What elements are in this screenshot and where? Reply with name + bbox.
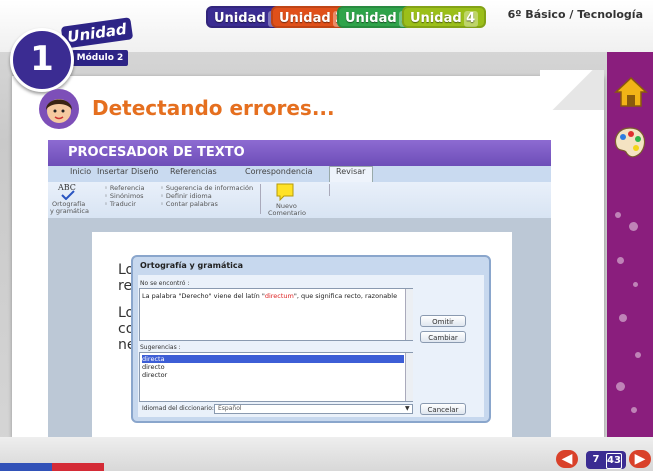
- tab-correspondencia[interactable]: Correspondencia: [245, 167, 312, 176]
- ribbon-divider: [260, 184, 261, 214]
- dialog-title: Ortografía y gramática: [140, 261, 244, 270]
- ribbon-item-referencia[interactable]: ◦ Referencia: [104, 184, 144, 192]
- ribbon-item-sinonimos[interactable]: ◦ Sinónimos: [104, 192, 144, 200]
- lesson-title: Detectando errores...: [92, 96, 335, 120]
- sentence-scrollbar[interactable]: [405, 289, 413, 340]
- document-text: re: [118, 278, 133, 294]
- spell-check-icon[interactable]: [60, 190, 76, 200]
- tab-referencias[interactable]: Referencias: [170, 167, 217, 176]
- current-page: 7: [592, 454, 600, 465]
- omit-button[interactable]: Omitir: [420, 315, 466, 327]
- suggestion-item[interactable]: director: [142, 371, 404, 379]
- page-fold: [540, 70, 604, 110]
- suggestion-item-selected[interactable]: directa: [142, 355, 404, 363]
- grade-label: 6º Básico / Tecnología: [507, 8, 643, 21]
- right-sidebar: [607, 52, 653, 437]
- change-button[interactable]: Cambiar: [420, 331, 466, 343]
- misspelled-word: directum: [264, 292, 294, 300]
- cancel-button[interactable]: Cancelar: [420, 403, 466, 415]
- dictionary-language-select[interactable]: Español: [214, 404, 413, 414]
- suggestion-item[interactable]: directo: [142, 363, 404, 371]
- tab-diseno[interactable]: Diseño: [131, 167, 158, 176]
- unit-number-badge: 1: [10, 28, 74, 92]
- new-comment-label-2[interactable]: Comentario: [268, 209, 306, 217]
- unit-tab-label: Unidad: [279, 11, 331, 26]
- chevron-down-icon[interactable]: ▼: [405, 405, 410, 412]
- new-comment-icon[interactable]: [276, 183, 294, 201]
- ribbon-item-definir-idioma[interactable]: ◦ Definir idioma: [160, 192, 212, 200]
- footer-flag: [0, 463, 104, 471]
- spell-check-label-2[interactable]: y gramática: [50, 207, 89, 215]
- ribbon-item-sugerencia[interactable]: ◦ Sugerencia de información: [160, 184, 253, 192]
- prev-page-button[interactable]: ◀: [556, 450, 578, 468]
- dictionary-language-label: Idiomad del diccionario:: [142, 405, 214, 412]
- app-title: PROCESADOR DE TEXTO: [68, 145, 245, 160]
- unit-tab-number: 4: [463, 11, 478, 27]
- tab-insertar[interactable]: Insertar: [97, 167, 128, 176]
- total-pages: 43: [606, 453, 622, 469]
- tab-revisar[interactable]: Revisar: [336, 167, 365, 176]
- suggestions-label: Sugerencias :: [140, 344, 181, 351]
- not-found-sentence: La palabra "Derecho" viene del latín "di…: [142, 292, 398, 300]
- palette-icon[interactable]: [612, 125, 648, 161]
- student-avatar-icon: [39, 89, 79, 129]
- ribbon-divider: [329, 184, 330, 196]
- ribbon-item-traducir[interactable]: ◦ Traducir: [104, 200, 136, 208]
- unit-tab-label: Unidad: [345, 11, 397, 26]
- unit-tab-4[interactable]: Unidad 4: [402, 6, 486, 28]
- ribbon-item-contar-palabras[interactable]: ◦ Contar palabras: [160, 200, 218, 208]
- unit-tab-label: Unidad: [410, 11, 462, 26]
- not-found-label: No se encontró :: [140, 280, 190, 287]
- unit-tab-label: Unidad: [214, 11, 266, 26]
- home-icon[interactable]: [614, 75, 648, 109]
- module-ribbon: Módulo 2: [72, 50, 128, 66]
- tab-inicio[interactable]: Inicio: [70, 167, 91, 176]
- next-page-button[interactable]: ▶: [629, 450, 651, 468]
- suggestions-scrollbar[interactable]: [405, 353, 413, 401]
